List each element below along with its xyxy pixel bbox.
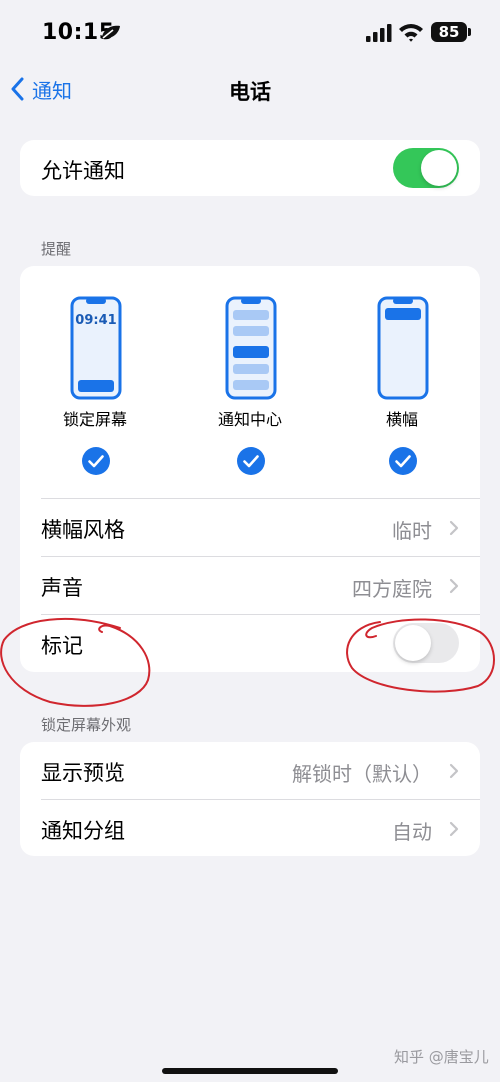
battery-icon: 85	[431, 22, 471, 42]
lock-screen-section-header: 锁定屏幕外观	[41, 716, 132, 734]
alert-option-notification-center[interactable]: 通知中心	[185, 290, 315, 486]
status-bar: 10:15 85	[0, 0, 500, 66]
badges-row: 标记	[20, 615, 480, 673]
lock-screen-card: 显示预览 解锁时（默认） 通知分组 自动	[20, 742, 480, 856]
watermark: 知乎 @唐宝儿	[394, 1048, 489, 1066]
alert-option-banners[interactable]: 横幅	[337, 290, 467, 486]
alert-option-label: 通知中心	[217, 410, 282, 429]
notification-center-phone-icon	[225, 296, 277, 400]
wifi-icon	[399, 24, 423, 42]
home-indicator[interactable]	[162, 1068, 338, 1074]
badges-toggle[interactable]	[393, 623, 459, 663]
focus-leaf-icon	[102, 25, 120, 39]
page-title: 电话	[229, 80, 271, 104]
checkmark-circle-icon[interactable]	[236, 446, 266, 476]
checkmark-circle-icon[interactable]	[388, 446, 418, 476]
notification-grouping-row[interactable]: 通知分组 自动	[20, 800, 480, 856]
toggle-knob	[395, 625, 431, 661]
alert-option-label: 横幅	[385, 410, 418, 429]
banners-phone-icon	[377, 296, 429, 400]
notification-grouping-value: 自动	[392, 820, 432, 844]
show-previews-value: 解锁时（默认）	[292, 762, 432, 786]
show-previews-row[interactable]: 显示预览 解锁时（默认）	[20, 742, 480, 800]
checkmark-circle-icon[interactable]	[81, 446, 111, 476]
toggle-knob	[421, 150, 457, 186]
notification-grouping-label: 通知分组	[41, 819, 125, 843]
chevron-right-icon	[449, 821, 459, 837]
sound-value: 四方庭院	[352, 577, 432, 601]
banner-style-label: 横幅风格	[41, 518, 125, 542]
alert-option-label: 锁定屏幕	[62, 410, 127, 429]
chevron-right-icon	[449, 578, 459, 594]
navigation-bar: 通知 电话	[0, 66, 500, 112]
lock-screen-phone-icon	[70, 296, 122, 400]
banner-style-row[interactable]: 横幅风格 临时	[20, 499, 480, 557]
allow-notifications-toggle[interactable]	[393, 148, 459, 188]
sound-row[interactable]: 声音 四方庭院	[20, 557, 480, 615]
alerts-section-header: 提醒	[41, 240, 72, 258]
allow-notifications-card: 允许通知	[20, 140, 480, 196]
banner-style-value: 临时	[392, 519, 432, 543]
sound-label: 声音	[41, 576, 83, 600]
lock-screen-preview-time: 09:41	[75, 313, 117, 328]
alert-option-lock-screen[interactable]: 09:41 锁定屏幕	[30, 290, 160, 486]
chevron-right-icon	[449, 520, 459, 536]
cellular-signal-icon	[366, 24, 392, 42]
show-previews-label: 显示预览	[41, 761, 125, 785]
alerts-card: 09:41 锁定屏幕 通知中心 横幅 横幅风格 临时 声音 四方庭院 标记	[20, 266, 480, 672]
allow-notifications-label: 允许通知	[41, 159, 125, 183]
chevron-right-icon	[449, 763, 459, 779]
badges-label: 标记	[41, 634, 83, 658]
